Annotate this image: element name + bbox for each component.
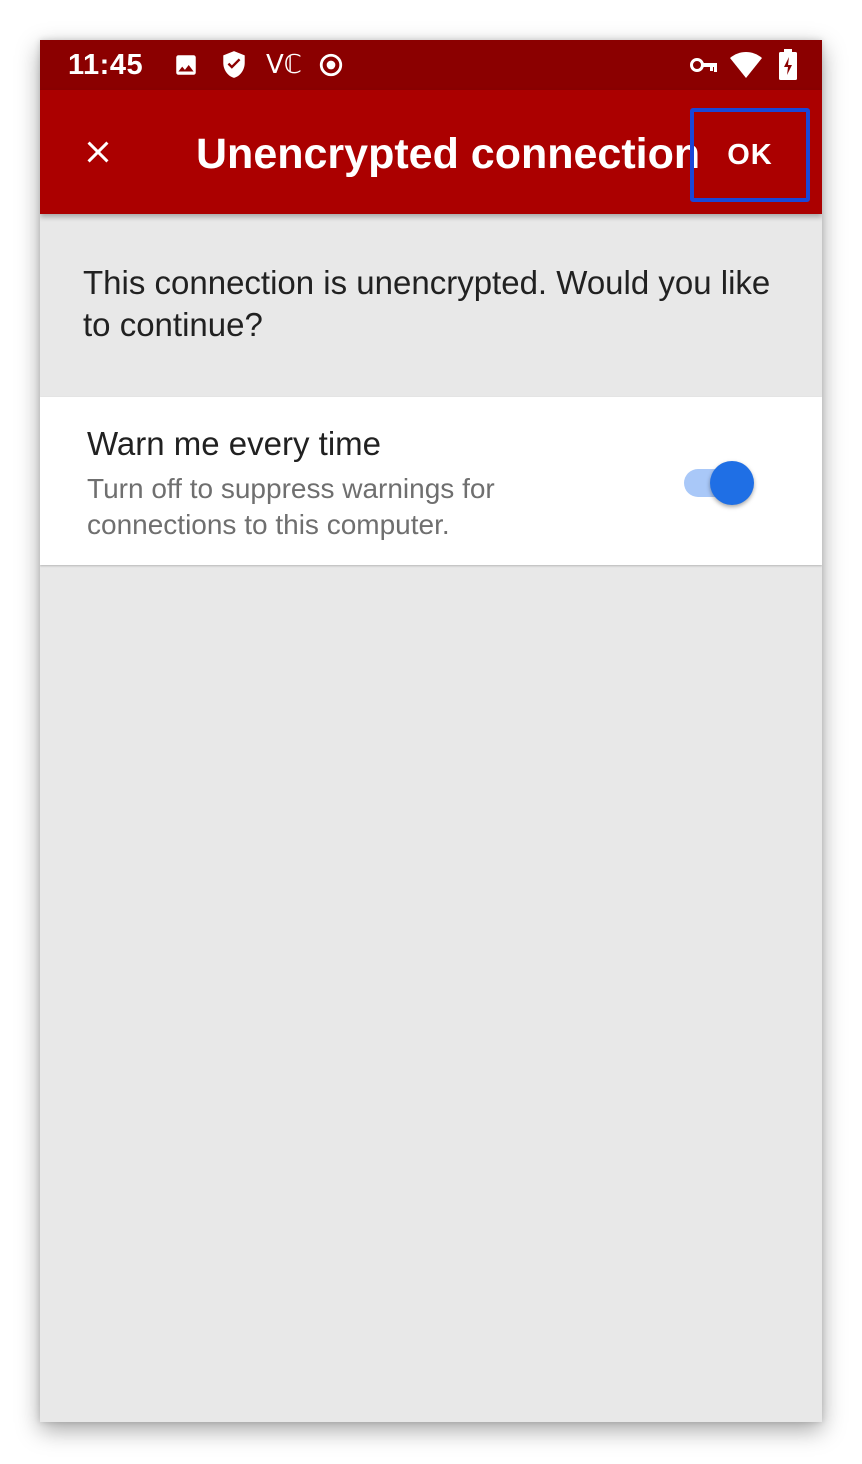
switch-thumb	[710, 461, 754, 505]
setting-summary: Turn off to suppress warnings for connec…	[87, 473, 495, 540]
warn-every-time-setting[interactable]: Warn me every time Turn off to suppress …	[40, 397, 822, 565]
app-bar: Unencrypted connection OK	[40, 90, 822, 214]
warning-message: This connection is unencrypted. Would yo…	[83, 264, 771, 343]
vpn-key-icon	[689, 50, 719, 80]
warn-toggle-switch[interactable]	[684, 461, 756, 505]
status-time: 11:45	[68, 49, 144, 81]
shield-check-icon	[221, 50, 247, 80]
close-button[interactable]	[68, 122, 128, 182]
volte-label: Vℂ	[266, 50, 302, 80]
close-icon	[87, 141, 109, 163]
record-icon	[318, 50, 344, 80]
ok-button[interactable]: OK	[690, 108, 810, 202]
setting-title: Warn me every time	[87, 425, 382, 462]
status-bar: 11:45 Vℂ	[40, 40, 822, 90]
device-screen: 11:45 Vℂ Unencrypted connection OK This …	[40, 40, 822, 1422]
image-icon	[173, 50, 199, 80]
volte-icon: Vℂ	[266, 50, 302, 80]
battery-charging-icon	[778, 49, 798, 80]
page-title: Unencrypted connection	[196, 130, 701, 178]
wifi-icon	[729, 50, 763, 80]
